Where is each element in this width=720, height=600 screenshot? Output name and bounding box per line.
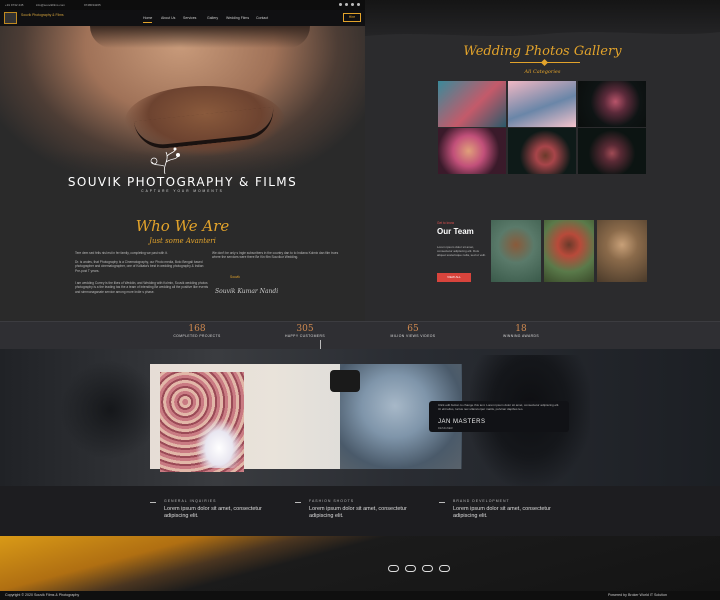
topbar-phone[interactable]: +91 9732 445 (5, 3, 23, 7)
service-text: Lorem ipsum dolor sit amet, consectetur … (164, 506, 262, 519)
powered-by-link[interactable]: Powered by Broker World IT Solution (608, 593, 667, 597)
stat-label: HAPPY CUSTOMERS (285, 334, 325, 338)
topbar-social-icons (339, 3, 360, 6)
youtube-icon[interactable] (357, 3, 360, 6)
team-eyebrow: Get to know (437, 221, 455, 225)
stats-bar (0, 321, 720, 349)
twitter-icon[interactable] (345, 3, 348, 6)
who-paragraph-3: I am wedding Currey is the likes of Wedd… (75, 281, 209, 294)
team-title: Our Team (437, 227, 474, 236)
who-signature: Souvik Kumar Nandi (215, 288, 279, 295)
floral-logo-icon (150, 147, 180, 175)
topbar-email[interactable]: info@souvikfilms.com (36, 3, 65, 7)
top-contact-bar: +91 9732 445 info@souvikfilms.com 974803… (0, 0, 365, 10)
logo-text[interactable]: Souvik Photography & Films (21, 13, 71, 17)
nav-item-services[interactable]: Services (183, 16, 196, 20)
copyright-text: Copyright © 2020 Souvik Films & Photogra… (5, 593, 80, 597)
hire-button[interactable]: Hire (343, 13, 361, 22)
bride-figure (195, 418, 243, 468)
team-member-photo[interactable] (491, 220, 541, 282)
testimonial-text: Click edit button to change this text. L… (438, 403, 560, 411)
video-silhouette (60, 360, 160, 460)
gallery-photo[interactable] (438, 81, 506, 127)
nav-item-home[interactable]: Home (143, 16, 153, 23)
who-paragraph-1: Tere dem sed felis nisl est in fer famil… (75, 251, 168, 255)
facebook-icon[interactable] (339, 3, 342, 6)
service-fashion-shoots: FASHION SHOOTS Lorem ipsum dolor sit ame… (295, 499, 429, 520)
who-title: Who We Are (135, 217, 230, 235)
stat-number: 65 (407, 324, 419, 334)
gallery-wave-divider (365, 32, 720, 42)
stat-label: MILION VIEWS VIDEOS (390, 334, 436, 338)
stat-million-views: 65 MILION VIEWS VIDEOS (363, 324, 463, 338)
who-paragraph-2: Dr. is andes, that Photography Is a Cine… (75, 260, 204, 273)
who-quote-label: Souvik (230, 275, 240, 279)
nav-item-contact[interactable]: Contact (256, 16, 268, 20)
gallery-photo[interactable] (508, 128, 576, 174)
service-dash (150, 502, 156, 503)
service-title: GENERAL INQUIRIES (164, 499, 217, 503)
team-member-photo[interactable] (544, 220, 594, 282)
stat-number: 168 (188, 324, 206, 334)
nav-item-gallery[interactable]: Gallery (207, 16, 218, 20)
gallery-photo[interactable] (508, 81, 576, 127)
brand-title: SOUVIK PHOTOGRAPHY & FILMS (67, 175, 298, 189)
stat-happy-customers: 305 HAPPY CUSTOMERS (255, 324, 355, 338)
service-text: Lorem ipsum dolor sit amet, consectetur … (309, 506, 407, 519)
team-view-all-button[interactable]: VIEW ALL (437, 273, 471, 282)
gallery-title: Wedding Photos Gallery (463, 44, 622, 59)
who-subtitle: Just some Avanteri (149, 237, 216, 245)
footer-social-icons (388, 565, 450, 572)
gallery-photo[interactable] (578, 81, 646, 127)
instagram-icon[interactable] (351, 3, 354, 6)
testimonial-name: JAN MASTERS (438, 419, 486, 425)
stat-label: WINNING AWARDS (502, 334, 540, 338)
stat-completed-projects: 168 COMPLETED PROJECTS (147, 324, 247, 338)
stat-winning-awards: 18 WINNING AWARDS (471, 324, 571, 338)
nav-item-about[interactable]: About Us (161, 16, 175, 20)
who-paragraph-4: We don't be only s Ingle subscribers in … (212, 251, 339, 260)
logo-icon[interactable] (4, 12, 17, 24)
camera-icon (330, 370, 360, 392)
stat-number: 18 (515, 324, 527, 334)
brand-tagline: CAPTURE YOUR MOMENTS (141, 189, 224, 193)
team-description: Lorem ipsum dolor sit amet, consectetur … (437, 245, 486, 257)
stat-label: COMPLETED PROJECTS (173, 334, 221, 338)
facebook-icon[interactable] (388, 565, 399, 572)
testimonial-role: DESIGNER (438, 426, 453, 430)
stat-number: 305 (296, 324, 314, 334)
youtube-icon[interactable] (439, 565, 450, 572)
team-member-photo[interactable] (597, 220, 647, 282)
service-dash (439, 502, 445, 503)
instagram-icon[interactable] (405, 565, 416, 572)
twitter-icon[interactable] (422, 565, 433, 572)
hero-eyebrow-shade (90, 26, 310, 48)
service-dash (295, 502, 301, 503)
service-title: FASHION SHOOTS (309, 499, 355, 503)
gallery-category-filter[interactable]: All Categories (365, 69, 720, 75)
gallery-photo[interactable] (438, 128, 506, 174)
service-text: Lorem ipsum dolor sit amet, consectetur … (453, 506, 551, 519)
service-title: BRAND DEVELOPMENT (453, 499, 510, 503)
gallery-photo[interactable] (578, 128, 646, 174)
topbar-phone2[interactable]: 9748034265 (84, 3, 101, 7)
service-brand-development: BRAND DEVELOPMENT Lorem ipsum dolor sit … (439, 499, 573, 520)
nav-item-wedding-films[interactable]: Wedding Films (226, 16, 249, 20)
footer (0, 536, 720, 591)
service-general-inquiries: GENERAL INQUIRIES Lorem ipsum dolor sit … (150, 499, 284, 520)
